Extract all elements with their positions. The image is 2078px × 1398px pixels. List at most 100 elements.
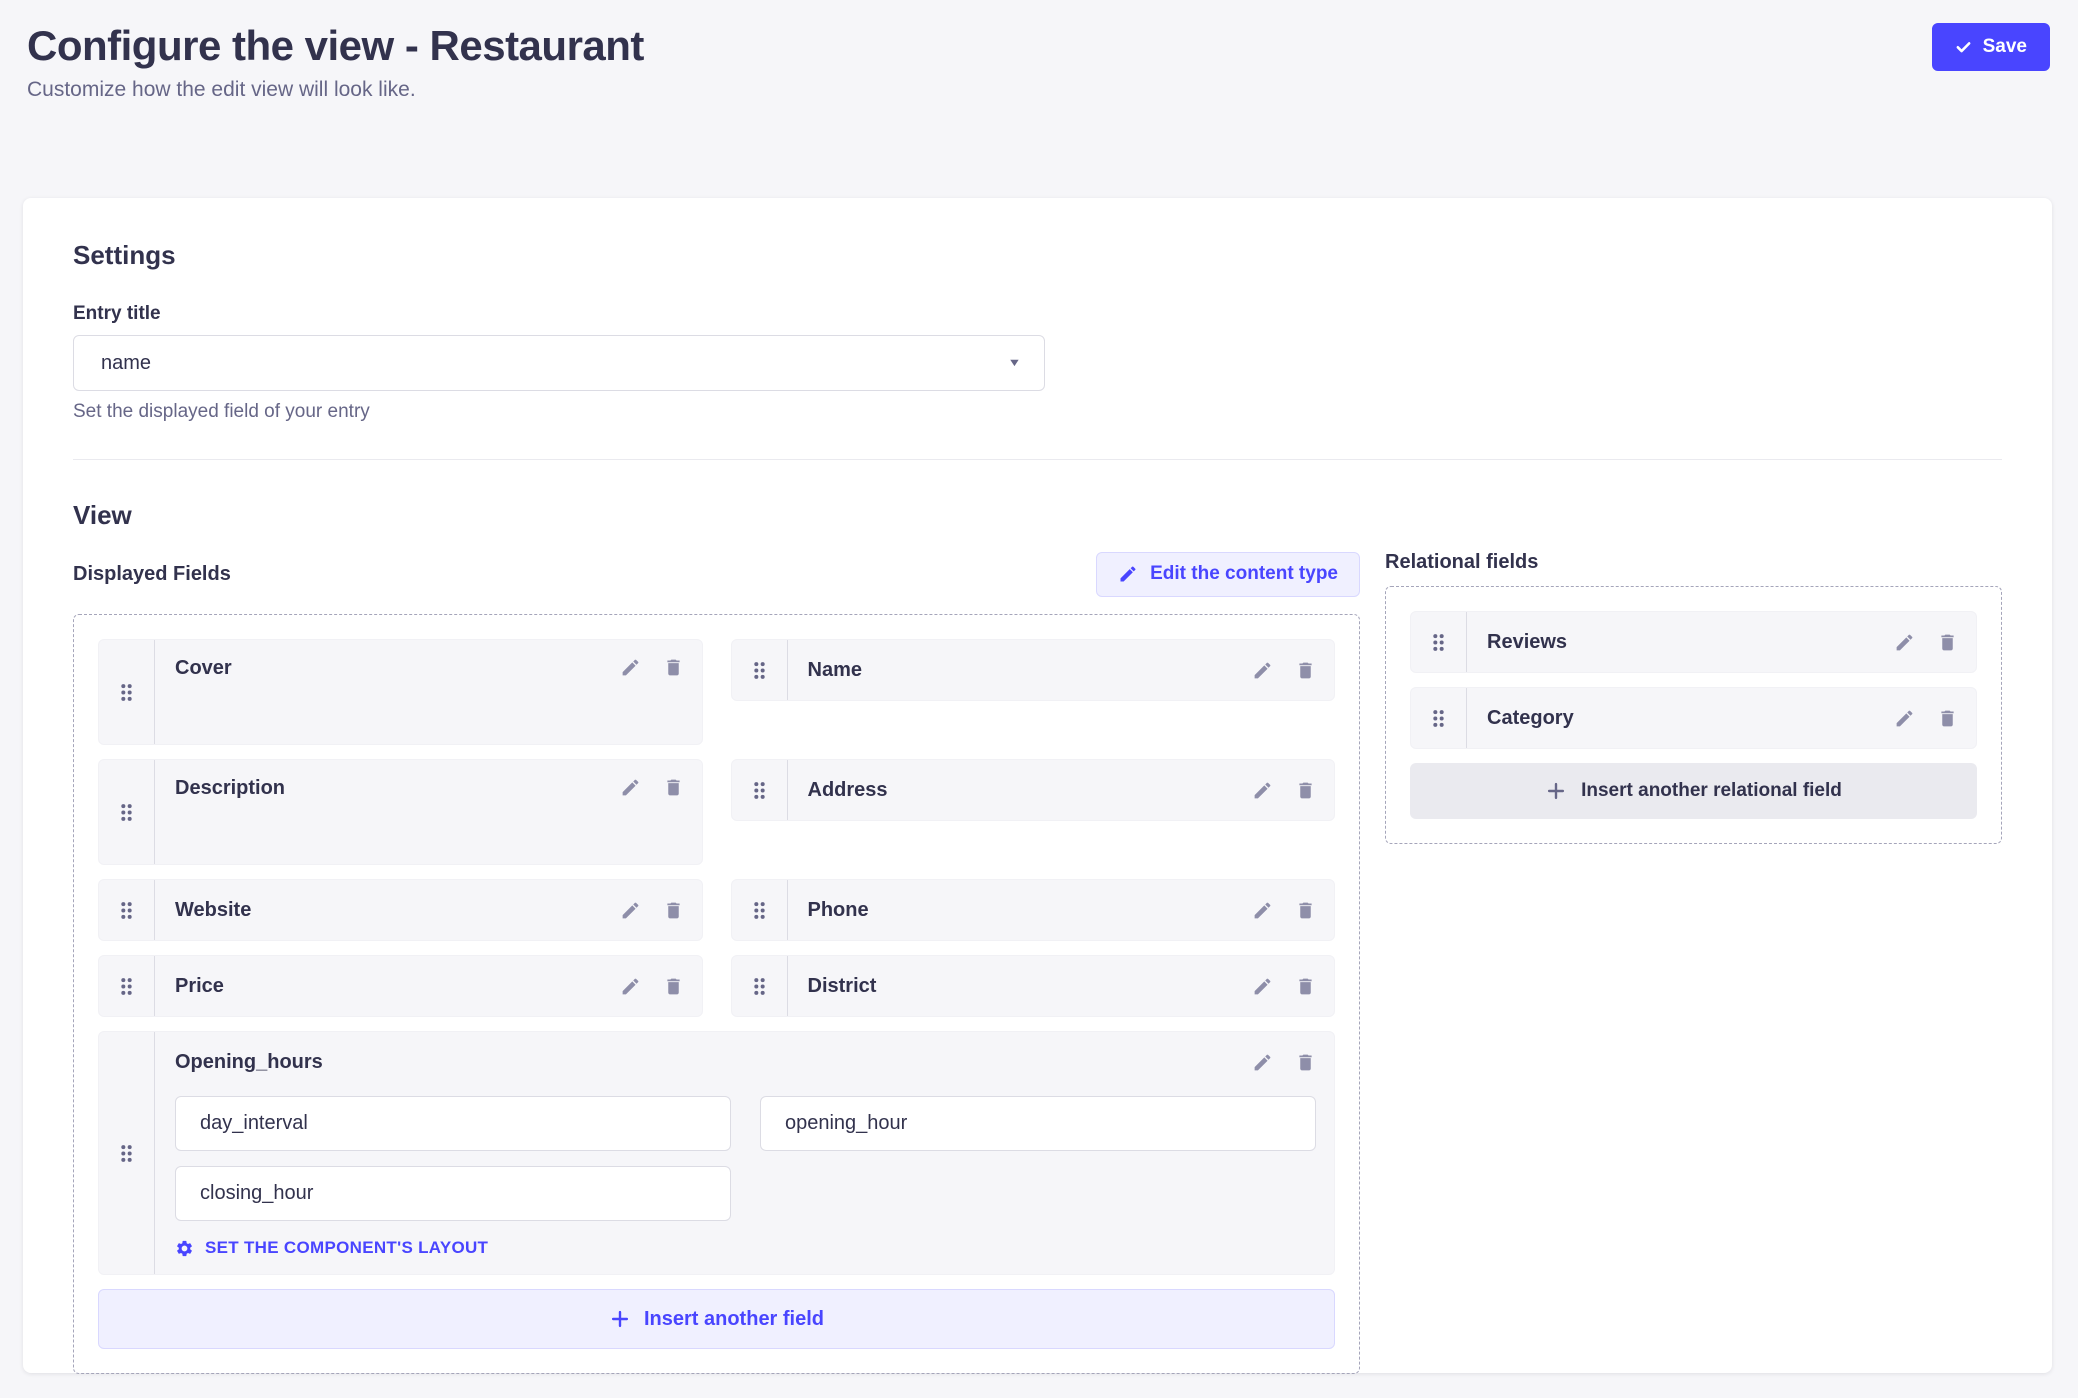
delete-field-button[interactable] (1295, 780, 1316, 801)
drag-dots-icon (1432, 709, 1445, 728)
drag-handle[interactable] (99, 880, 155, 940)
field-label: Description (175, 777, 285, 800)
set-component-layout-label: SET THE COMPONENT'S LAYOUT (205, 1238, 488, 1258)
edit-field-button[interactable] (1894, 708, 1915, 729)
field-label: District (808, 975, 877, 998)
settings-heading: Settings (73, 240, 2002, 271)
displayed-fields-dropzone: Cover Name (73, 614, 1360, 1374)
trash-icon (1295, 660, 1316, 681)
drag-dots-icon (753, 781, 766, 800)
subfield-opening-hour[interactable]: opening_hour (760, 1096, 1316, 1151)
delete-field-button[interactable] (1295, 1052, 1316, 1073)
fields-row: Price District (98, 955, 1335, 1017)
field-card-cover: Cover (98, 639, 703, 745)
drag-dots-icon (753, 661, 766, 680)
delete-field-button[interactable] (663, 900, 684, 921)
edit-field-button[interactable] (620, 777, 641, 798)
edit-field-button[interactable] (1252, 660, 1273, 681)
drag-dots-icon (120, 901, 133, 920)
pencil-icon (1252, 900, 1273, 921)
component-header: Opening_hours (175, 1048, 1316, 1076)
field-label: Price (175, 975, 224, 998)
edit-field-button[interactable] (1252, 1052, 1273, 1073)
trash-icon (1295, 976, 1316, 997)
drag-handle[interactable] (1411, 612, 1467, 672)
edit-field-button[interactable] (620, 976, 641, 997)
delete-field-button[interactable] (1295, 900, 1316, 921)
trash-icon (1295, 780, 1316, 801)
drag-handle[interactable] (99, 640, 155, 744)
plus-icon (609, 1308, 631, 1330)
save-button-label: Save (1983, 36, 2027, 58)
insert-another-relational-field-label: Insert another relational field (1581, 780, 1842, 802)
subfield-closing-hour[interactable]: closing_hour (175, 1166, 731, 1221)
field-card-description: Description (98, 759, 703, 865)
relational-fields-label: Relational fields (1385, 551, 1538, 573)
set-component-layout-link[interactable]: SET THE COMPONENT'S LAYOUT (175, 1238, 1316, 1258)
entry-title-group: Entry title name ▼ Set the displayed fie… (73, 303, 2002, 423)
field-label: Cover (175, 657, 232, 680)
delete-field-button[interactable] (1937, 708, 1958, 729)
trash-icon (663, 657, 684, 678)
drag-dots-icon (1432, 633, 1445, 652)
drag-handle[interactable] (99, 760, 155, 864)
insert-another-field-button[interactable]: Insert another field (98, 1289, 1335, 1349)
component-card-opening-hours: Opening_hours day_interval opening_hour (98, 1031, 1335, 1275)
delete-field-button[interactable] (663, 976, 684, 997)
field-label: Website (175, 899, 251, 922)
displayed-fields-label: Displayed Fields (73, 563, 231, 586)
check-icon (1955, 39, 1972, 56)
edit-field-button[interactable] (1252, 900, 1273, 921)
fields-row: Website Phone (98, 879, 1335, 941)
entry-title-select[interactable]: name ▼ (73, 335, 1045, 391)
view-columns: Displayed Fields Edit the content type C… (73, 551, 2002, 1374)
plus-icon (1545, 780, 1567, 802)
insert-another-relational-field-button[interactable]: Insert another relational field (1410, 763, 1977, 819)
field-card-address: Address (731, 759, 1336, 821)
pencil-icon (620, 657, 641, 678)
pencil-icon (1118, 564, 1138, 584)
displayed-fields-column: Displayed Fields Edit the content type C… (73, 551, 1360, 1374)
drag-handle[interactable] (732, 880, 788, 940)
subfield-day-interval[interactable]: day_interval (175, 1096, 731, 1151)
component-subfields: day_interval opening_hour closing_hour (175, 1096, 1316, 1221)
pencil-icon (620, 976, 641, 997)
page-title: Configure the view - Restaurant (27, 22, 2050, 70)
edit-field-button[interactable] (1252, 976, 1273, 997)
component-label: Opening_hours (175, 1051, 323, 1074)
edit-field-button[interactable] (620, 900, 641, 921)
relational-fields-dropzone: Reviews Category (1385, 586, 2002, 844)
view-section: View Displayed Fields Edit the content t… (73, 500, 2002, 1374)
entry-title-selected-value: name (101, 352, 151, 375)
field-label: Address (808, 779, 888, 802)
chevron-down-icon: ▼ (1007, 357, 1021, 369)
pencil-icon (1252, 1052, 1273, 1073)
drag-handle[interactable] (732, 760, 788, 820)
edit-field-button[interactable] (1252, 780, 1273, 801)
delete-field-button[interactable] (1937, 632, 1958, 653)
edit-field-button[interactable] (620, 657, 641, 678)
edit-content-type-button[interactable]: Edit the content type (1096, 552, 1360, 597)
delete-field-button[interactable] (1295, 660, 1316, 681)
delete-field-button[interactable] (663, 777, 684, 798)
drag-handle[interactable] (732, 640, 788, 700)
subfield-label: day_interval (200, 1112, 308, 1135)
trash-icon (663, 976, 684, 997)
delete-field-button[interactable] (663, 657, 684, 678)
delete-field-button[interactable] (1295, 976, 1316, 997)
pencil-icon (620, 777, 641, 798)
drag-handle[interactable] (732, 956, 788, 1016)
save-button[interactable]: Save (1932, 23, 2050, 71)
edit-field-button[interactable] (1894, 632, 1915, 653)
drag-dots-icon (120, 1144, 133, 1163)
gear-icon (175, 1239, 194, 1258)
page-subtitle: Customize how the edit view will look li… (27, 78, 2050, 102)
fields-row: Cover Name (98, 639, 1335, 745)
relational-fields-column: Relational fields Reviews (1385, 551, 2002, 844)
drag-handle[interactable] (99, 956, 155, 1016)
relational-card-category: Category (1410, 687, 1977, 749)
drag-handle[interactable] (99, 1032, 155, 1274)
pencil-icon (1252, 780, 1273, 801)
drag-handle[interactable] (1411, 688, 1467, 748)
drag-dots-icon (120, 977, 133, 996)
